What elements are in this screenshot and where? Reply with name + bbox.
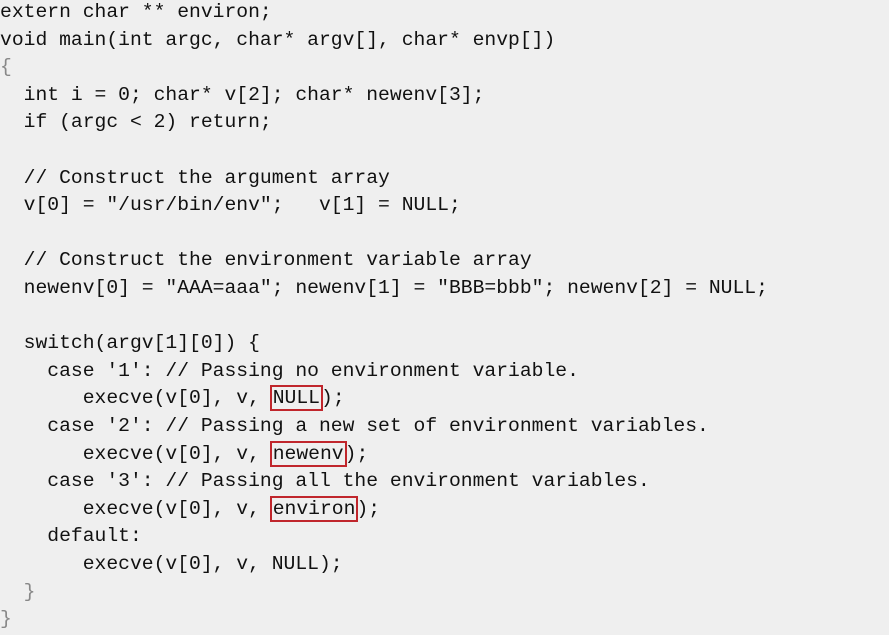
code-line: } xyxy=(0,605,12,633)
code-segment: ); xyxy=(344,442,369,465)
highlighted-argument: newenv xyxy=(269,440,347,467)
code-segment: ); xyxy=(321,387,345,410)
code-line: // Construct the argument array xyxy=(0,164,390,192)
code-segment: // Construct the argument array xyxy=(0,166,390,189)
code-segment: // Construct the environment variable ar… xyxy=(0,249,532,272)
code-segment: ); xyxy=(356,497,381,520)
code-line: } xyxy=(0,578,36,606)
code-segment: } xyxy=(0,580,36,603)
code-line: case '2': // Passing a new set of enviro… xyxy=(0,412,709,440)
code-segment: newenv[0] = "AAA=aaa"; newenv[1] = "BBB=… xyxy=(0,277,768,299)
code-segment: default: xyxy=(0,525,142,548)
code-segment: case '1': // Passing no environment vari… xyxy=(0,359,579,382)
code-segment: execve(v[0], v, NULL); xyxy=(0,553,343,575)
code-segment: case '2': // Passing a new set of enviro… xyxy=(0,415,709,437)
code-line: default: xyxy=(0,522,142,550)
code-line: execve(v[0], v, newenv); xyxy=(0,440,368,468)
code-line: extern char ** environ; xyxy=(0,0,272,26)
code-segment: void main(int argc, char* argv[], char* … xyxy=(0,28,556,51)
code-line: case '3': // Passing all the environment… xyxy=(0,467,650,495)
code-segment: execve(v[0], v, xyxy=(0,442,272,465)
code-line: { xyxy=(0,53,12,81)
code-segment: { xyxy=(0,56,12,79)
code-line: int i = 0; char* v[2]; char* newenv[3]; xyxy=(0,81,485,109)
code-line: execve(v[0], v, NULL); xyxy=(0,384,345,412)
code-line: void main(int argc, char* argv[], char* … xyxy=(0,26,555,54)
highlighted-argument: environ xyxy=(269,495,359,522)
code-segment: int i = 0; char* v[2]; char* newenv[3]; xyxy=(0,83,485,106)
highlighted-argument: NULL xyxy=(269,385,324,412)
code-segment: switch(argv[1][0]) { xyxy=(0,332,260,355)
code-segment: execve(v[0], v, xyxy=(0,497,272,520)
code-line: newenv[0] = "AAA=aaa"; newenv[1] = "BBB=… xyxy=(0,274,768,302)
code-segment: if (argc < 2) return; xyxy=(0,111,272,134)
code-line: execve(v[0], v, NULL); xyxy=(0,550,343,578)
code-listing: extern char ** environ; void main(int arg… xyxy=(0,0,889,635)
code-line: case '1': // Passing no environment vari… xyxy=(0,357,579,385)
code-line: switch(argv[1][0]) { xyxy=(0,329,260,357)
code-segment: v[0] = "/usr/bin/env"; v[1] = NULL; xyxy=(0,194,461,217)
code-segment: extern char ** environ; xyxy=(0,1,272,23)
code-line: // Construct the environment variable ar… xyxy=(0,246,532,274)
code-segment: execve(v[0], v, xyxy=(0,387,272,410)
code-line: v[0] = "/usr/bin/env"; v[1] = NULL; xyxy=(0,191,461,219)
code-segment: } xyxy=(0,608,12,631)
code-line: execve(v[0], v, environ); xyxy=(0,495,380,523)
code-segment: case '3': // Passing all the environment… xyxy=(0,470,650,493)
code-line: if (argc < 2) return; xyxy=(0,108,272,136)
